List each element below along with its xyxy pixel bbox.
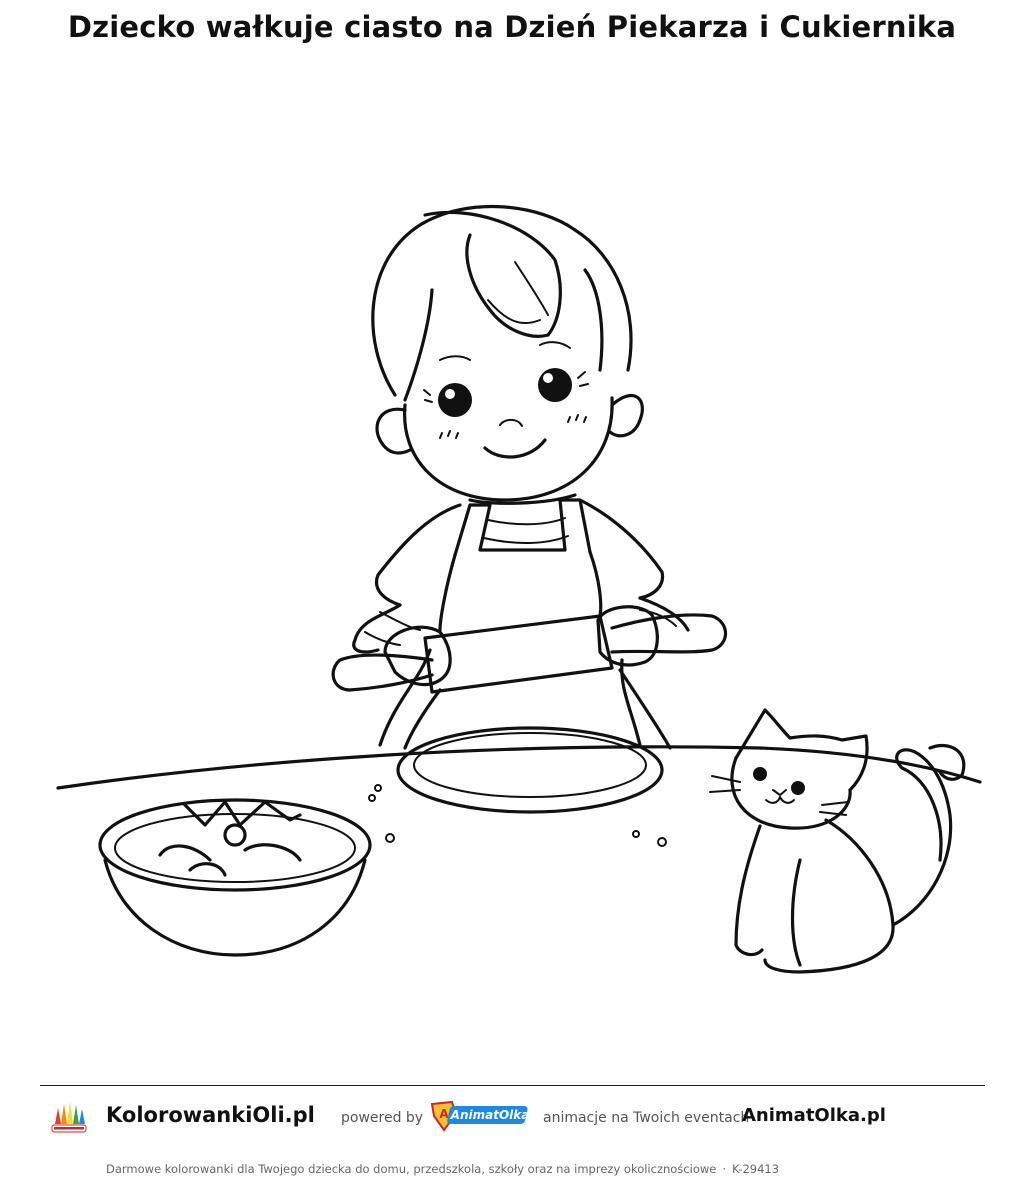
footer-disclaimer-line: Darmowe kolorowanki dla Twojego dziecka … — [106, 1162, 779, 1176]
coloring-artwork — [56, 204, 982, 974]
table-edge — [56, 745, 982, 790]
animatolka-logo-text: AnimatOlka — [450, 1108, 530, 1122]
powered-by-label: powered by — [341, 1110, 424, 1126]
footer-separator: · — [722, 1162, 726, 1176]
kolorowanki-oli-logo-icon[interactable] — [46, 1094, 92, 1140]
mixing-bowl — [98, 798, 372, 957]
partner-site-link[interactable]: AnimatOlka.pl — [742, 1105, 886, 1126]
partner-tagline: animacje na Twoich eventach — [543, 1110, 750, 1126]
animatolka-logo-icon[interactable]: A AnimatOlka — [430, 1098, 532, 1132]
site-name[interactable]: KolorowankiOli.pl — [106, 1103, 315, 1127]
crumbs — [368, 784, 667, 847]
child-head — [371, 204, 644, 502]
coloring-page-code: K-29413 — [732, 1162, 780, 1176]
footer-disclaimer: Darmowe kolorowanki dla Twojego dziecka … — [106, 1162, 717, 1176]
footer-divider — [40, 1085, 985, 1086]
page-title: Dziecko wałkuje ciasto na Dzień Piekarza… — [67, 10, 957, 44]
dough — [396, 726, 664, 814]
